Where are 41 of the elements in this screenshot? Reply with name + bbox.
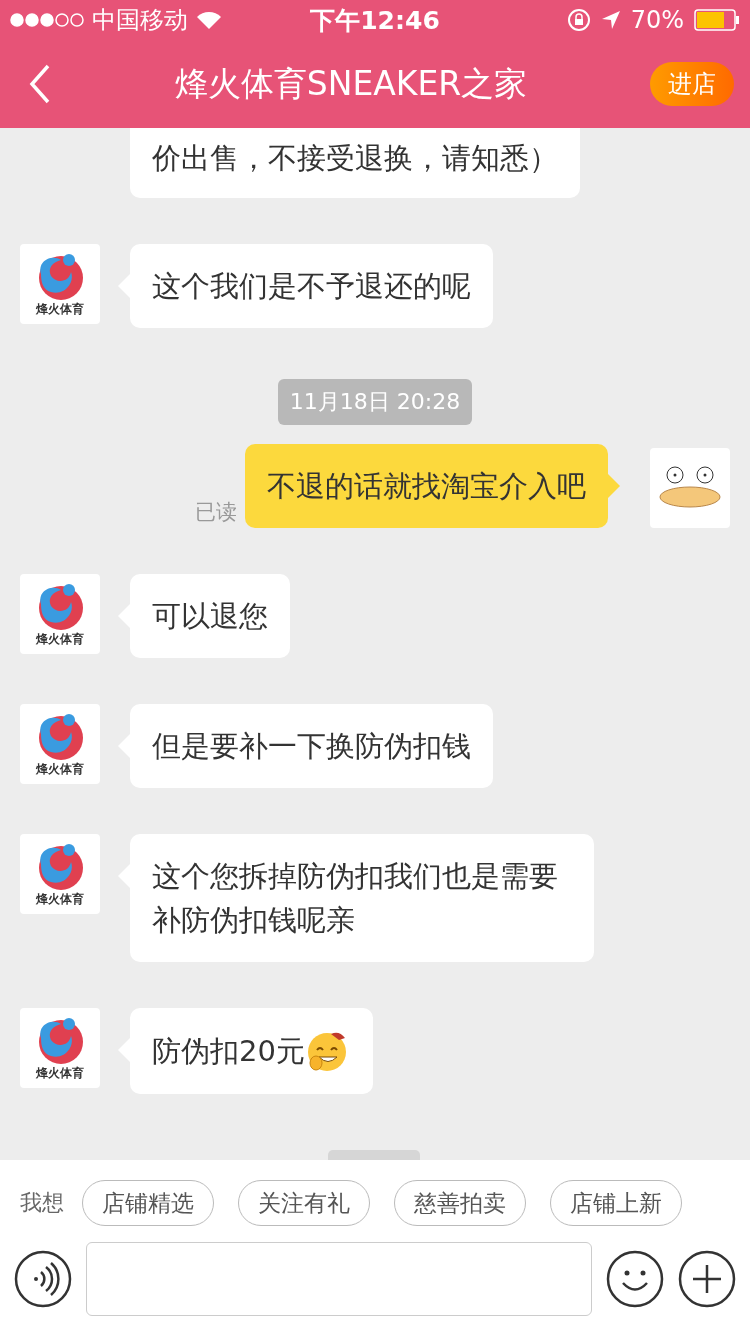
shop-avatar[interactable]: 烽火体育 bbox=[20, 704, 100, 784]
quick-label: 我想 bbox=[20, 1189, 64, 1217]
message-text: 防伪扣20元 bbox=[152, 1033, 305, 1070]
message-text: 这个您拆掉防伪扣我们也是需要补防伪扣钱呢亲 bbox=[152, 858, 559, 939]
quick-chip[interactable]: 店铺上新 bbox=[550, 1180, 682, 1226]
message-text: 可以退您 bbox=[152, 598, 268, 635]
battery-icon bbox=[694, 9, 740, 31]
back-icon[interactable] bbox=[28, 64, 52, 104]
panel-handle[interactable] bbox=[328, 1150, 420, 1160]
shop-avatar[interactable]: 烽火体育 bbox=[20, 834, 100, 914]
voice-icon[interactable] bbox=[14, 1250, 72, 1308]
avatar-label: 烽火体育 bbox=[36, 632, 84, 646]
quick-chip[interactable]: 慈善拍卖 bbox=[394, 1180, 526, 1226]
wifi-icon bbox=[196, 10, 222, 30]
shop-avatar[interactable]: 烽火体育 bbox=[20, 244, 100, 324]
avatar-label: 烽火体育 bbox=[36, 762, 84, 776]
signal-icon bbox=[10, 13, 84, 27]
message-bubble: 不退的话就找淘宝介入吧 bbox=[245, 444, 608, 528]
message-input[interactable] bbox=[86, 1242, 592, 1316]
avatar-label: 烽火体育 bbox=[36, 1066, 84, 1080]
shop-avatar[interactable]: 烽火体育 bbox=[20, 574, 100, 654]
plus-icon[interactable] bbox=[678, 1250, 736, 1308]
rotation-lock-icon bbox=[566, 8, 591, 32]
carrier-name: 中国移动 bbox=[92, 5, 188, 36]
avatar-label: 烽火体育 bbox=[36, 892, 84, 906]
smiley-icon[interactable] bbox=[606, 1250, 664, 1308]
timestamp: 11月18日 20:28 bbox=[277, 379, 473, 425]
bubble-tail bbox=[608, 474, 620, 498]
shop-avatar[interactable]: 烽火体育 bbox=[20, 1008, 100, 1088]
message-text: 但是要补一下换防伪扣钱 bbox=[152, 728, 471, 765]
quick-chip[interactable]: 关注有礼 bbox=[238, 1180, 370, 1226]
avatar-label: 烽火体育 bbox=[36, 302, 84, 316]
chat-title: 烽火体育SNEAKER之家 bbox=[173, 62, 529, 105]
location-arrow-icon bbox=[600, 10, 621, 30]
quick-chip[interactable]: 店铺精选 bbox=[82, 1180, 214, 1226]
battery-percent: 70% bbox=[630, 6, 684, 34]
user-avatar[interactable] bbox=[650, 448, 730, 528]
read-receipt: 已读 bbox=[195, 499, 237, 526]
message-text: 这个我们是不予退还的呢 bbox=[152, 268, 471, 305]
clock: 下午12:46 bbox=[310, 4, 440, 37]
message-bubble: 价出售，不接受退换，请知悉） bbox=[130, 128, 580, 198]
